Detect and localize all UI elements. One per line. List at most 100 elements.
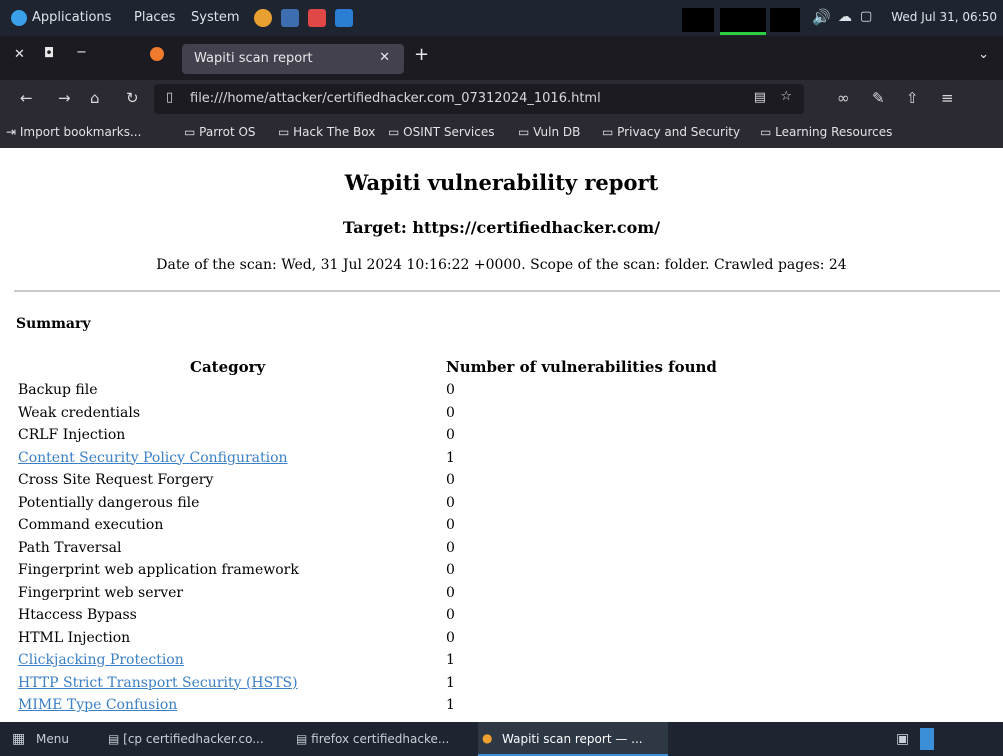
firefox-icon: [150, 47, 164, 61]
list-tabs-icon[interactable]: ⌄: [978, 47, 989, 62]
applications-menu[interactable]: Applications: [32, 10, 111, 25]
reload-icon[interactable]: ↻: [126, 89, 139, 107]
vulnerability-count: 1: [446, 697, 455, 713]
category-link[interactable]: HTTP Strict Transport Security (HSTS): [18, 675, 298, 691]
terminal-launcher-icon[interactable]: [281, 9, 299, 27]
report-title: Wapiti vulnerability report: [344, 170, 659, 195]
category-label: Htaccess Bypass: [18, 607, 137, 623]
report-page: Wapiti vulnerability report Target: http…: [0, 148, 1003, 722]
clock[interactable]: Wed Jul 31, 06:50: [891, 10, 997, 24]
workspace-indicator[interactable]: [920, 728, 934, 750]
cloud-icon[interactable]: ☁: [838, 9, 852, 25]
bookmarks-toolbar: ⇥ Import bookmarks... ▭ Parrot OS ▭ Hack…: [0, 118, 1003, 148]
category-link[interactable]: MIME Type Confusion: [18, 697, 177, 713]
vulnerability-count: 1: [446, 652, 455, 668]
table-row: Cross Site Request Forgery 0: [0, 472, 1003, 494]
new-tab-button[interactable]: +: [414, 44, 429, 65]
category-label: CRLF Injection: [18, 427, 126, 443]
category-label: HTML Injection: [18, 629, 131, 646]
vulnerability-count: 0: [446, 472, 455, 488]
column-header-category: Category: [190, 358, 266, 376]
bookmark-parrot-os[interactable]: ▭ Parrot OS: [184, 125, 256, 139]
share-icon[interactable]: ⇧: [906, 89, 919, 107]
vulnerability-count: 0: [446, 382, 455, 398]
category-label: Cross Site Request Forgery: [18, 472, 214, 488]
table-row: Fingerprint web application framework 0: [0, 562, 1003, 584]
keyboard-layout-icon[interactable]: ▣: [896, 731, 909, 747]
navigation-bar: ← → ⌂ ↻ ▯ file:///home/attacker/certifie…: [0, 80, 1003, 118]
vulnerability-count: 0: [446, 404, 455, 421]
category-label: Backup file: [18, 382, 98, 398]
reader-view-icon[interactable]: ▤: [754, 90, 766, 105]
category-label: Path Traversal: [18, 539, 122, 556]
taskbar-item-terminal-cp[interactable]: ▤ [cp certifiedhacker.co...: [108, 732, 264, 746]
places-menu[interactable]: Places: [134, 10, 175, 25]
summary-heading: Summary: [16, 316, 91, 332]
category-label: Weak credentials: [18, 404, 141, 421]
volume-icon[interactable]: 🔊: [812, 8, 831, 26]
vulnerability-count: 0: [446, 607, 455, 623]
table-row: Fingerprint web server 0: [0, 585, 1003, 607]
minimize-window-icon[interactable]: −: [76, 45, 87, 60]
url-text[interactable]: file:///home/attacker/certifiedhacker.co…: [190, 91, 601, 106]
close-tab-icon[interactable]: ✕: [379, 50, 390, 65]
table-row: Path Traversal 0: [0, 540, 1003, 562]
tab-wapiti-report[interactable]: Wapiti scan report ✕: [182, 44, 404, 74]
table-row: Potentially dangerous file 0: [0, 495, 1003, 517]
table-row: Weak credentials 0: [0, 405, 1003, 427]
bookmark-vuln-db[interactable]: ▭ Vuln DB: [518, 125, 580, 139]
vulnerability-count: 0: [446, 629, 455, 646]
url-bar[interactable]: ▯ file:///home/attacker/certifiedhacker.…: [154, 84, 804, 114]
firefox-launcher-icon[interactable]: [254, 9, 272, 27]
table-row: MIME Type Confusion 1: [0, 697, 1003, 719]
bookmark-star-icon[interactable]: ☆: [780, 89, 792, 104]
system-top-panel: Applications Places System 🔊 ☁ ▢ Wed Jul…: [0, 0, 1003, 36]
bottom-taskbar: ▦ Menu ▤ [cp certifiedhacker.co... ▤ fir…: [0, 722, 1003, 756]
category-link[interactable]: Content Security Policy Configuration: [18, 450, 288, 466]
bookmark-hack-the-box[interactable]: ▭ Hack The Box: [278, 125, 375, 139]
home-icon[interactable]: ⌂: [90, 89, 100, 107]
app-launcher-icon[interactable]: [308, 9, 326, 27]
taskbar-item-terminal-firefox[interactable]: ▤ firefox certifiedhacke...: [296, 732, 449, 746]
extensions-icon[interactable]: ∞: [837, 89, 850, 107]
category-link[interactable]: Clickjacking Protection: [18, 652, 184, 668]
window-icon[interactable]: ▢: [860, 9, 872, 24]
vulnerability-count: 0: [446, 539, 455, 556]
table-row: Clickjacking Protection 1: [0, 652, 1003, 674]
back-icon[interactable]: ←: [20, 89, 33, 107]
app-menu-icon[interactable]: ≡: [941, 89, 954, 107]
browser-tab-bar: ✕ ◘ − Wapiti scan report ✕ + ⌄: [0, 36, 1003, 80]
forward-icon[interactable]: →: [58, 89, 71, 107]
bookmark-privacy-security[interactable]: ▭ Privacy and Security: [602, 125, 740, 139]
vulnerability-count: 0: [446, 494, 455, 511]
table-row: Htaccess Bypass 0: [0, 607, 1003, 629]
tools-icon[interactable]: ✎: [872, 89, 885, 107]
network-monitor: [770, 8, 800, 32]
parrot-logo-icon[interactable]: [11, 10, 27, 26]
category-label: Fingerprint web server: [18, 584, 184, 601]
vulnerability-count: 0: [446, 427, 455, 443]
tab-title: Wapiti scan report: [194, 51, 313, 66]
vulnerability-count: 1: [446, 449, 455, 466]
table-row: Backup file 0: [0, 382, 1003, 404]
memory-monitor: [720, 8, 766, 35]
bookmark-import[interactable]: ⇥ Import bookmarks...: [6, 125, 141, 139]
close-window-icon[interactable]: ✕: [14, 47, 25, 62]
firefox-icon: ●: [482, 731, 493, 745]
bookmark-learning-resources[interactable]: ▭ Learning Resources: [760, 125, 892, 139]
table-row: HTTP Strict Transport Security (HSTS) 1: [0, 675, 1003, 697]
maximize-window-icon[interactable]: ◘: [44, 46, 54, 61]
table-row: CRLF Injection 0: [0, 427, 1003, 449]
category-label: Fingerprint web application framework: [18, 562, 299, 578]
taskbar-menu-button[interactable]: Menu: [36, 732, 69, 746]
table-row: HTML Injection 0: [0, 630, 1003, 652]
menu-grid-icon[interactable]: ▦: [12, 731, 25, 747]
bookmark-osint-services[interactable]: ▭ OSINT Services: [388, 125, 494, 139]
vscode-launcher-icon[interactable]: [335, 9, 353, 27]
page-info-icon[interactable]: ▯: [166, 90, 173, 105]
vulnerability-count: 0: [446, 562, 455, 578]
system-menu[interactable]: System: [191, 10, 239, 25]
table-row: Command execution 0: [0, 517, 1003, 539]
category-label: Potentially dangerous file: [18, 494, 200, 511]
taskbar-item-wapiti-report[interactable]: ● Wapiti scan report — ...: [478, 722, 668, 756]
